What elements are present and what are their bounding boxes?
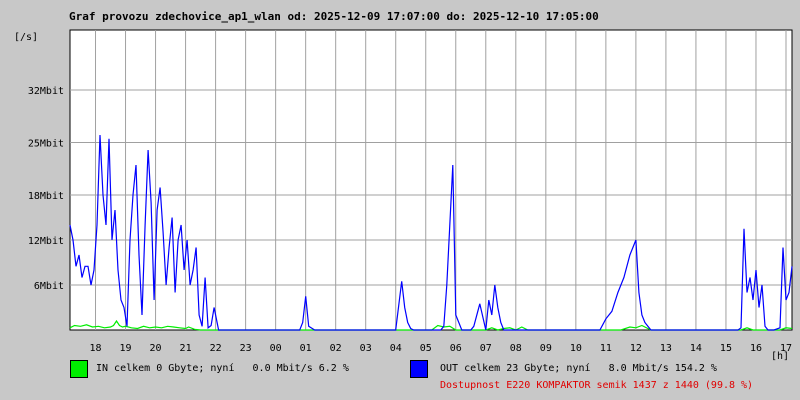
x-tick-label: 15 [720, 343, 732, 354]
availability-text: Dostupnost E220 KOMPAKTOR semik 1437 z 1… [440, 380, 754, 391]
y-unit-label: [/s] [14, 32, 38, 43]
x-tick-label: 18 [89, 343, 101, 354]
y-tick-label: 12Mbit [28, 236, 64, 247]
x-tick-label: 23 [240, 343, 252, 354]
legend-out-swatch [410, 360, 428, 378]
x-tick-label: 22 [210, 343, 222, 354]
x-tick-label: 02 [330, 343, 342, 354]
y-tick-label: 25Mbit [28, 139, 64, 150]
x-tick-label: 01 [300, 343, 312, 354]
x-tick-label: 05 [420, 343, 432, 354]
y-tick-label: 32Mbit [28, 86, 64, 97]
legend-in-text: IN celkem 0 Gbyte; nyní 0.0 Mbit/s 6.2 % [96, 363, 349, 374]
x-tick-label: 10 [570, 343, 582, 354]
y-tick-label: 18Mbit [28, 191, 64, 202]
y-tick-label: 6Mbit [34, 281, 64, 292]
x-tick-label: 04 [390, 343, 402, 354]
y-axis-labels: [/s] 6Mbit 12Mbit 18Mbit 25Mbit 32Mbit [14, 32, 64, 292]
x-tick-label: 07 [480, 343, 492, 354]
x-tick-label: 16 [750, 343, 762, 354]
x-tick-label: 14 [690, 343, 702, 354]
legend-out-text: OUT celkem 23 Gbyte; nyní 8.0 Mbit/s 154… [440, 363, 717, 374]
x-tick-label: 03 [360, 343, 372, 354]
x-tick-label: 08 [510, 343, 522, 354]
traffic-chart: [/s] 6Mbit12Mbit18Mbit25Mbit32Mbit [h] 1… [14, 29, 793, 362]
x-tick-label: 13 [660, 343, 672, 354]
x-tick-label: 09 [540, 343, 552, 354]
x-tick-label: 21 [180, 343, 192, 354]
x-tick-label: 20 [150, 343, 162, 354]
x-tick-label: 17 [780, 343, 792, 354]
x-tick-label: 12 [630, 343, 642, 354]
x-tick-label: 19 [120, 343, 132, 354]
x-tick-label: 00 [270, 343, 282, 354]
legend-in-swatch [70, 360, 88, 378]
x-axis-labels: [h] 18 19 20 21 22 23 00 01 02 03 04 05 06 07 08 09 10 11… [89, 343, 792, 362]
x-tick-label: 06 [450, 343, 462, 354]
x-tick-label: 11 [600, 343, 612, 354]
